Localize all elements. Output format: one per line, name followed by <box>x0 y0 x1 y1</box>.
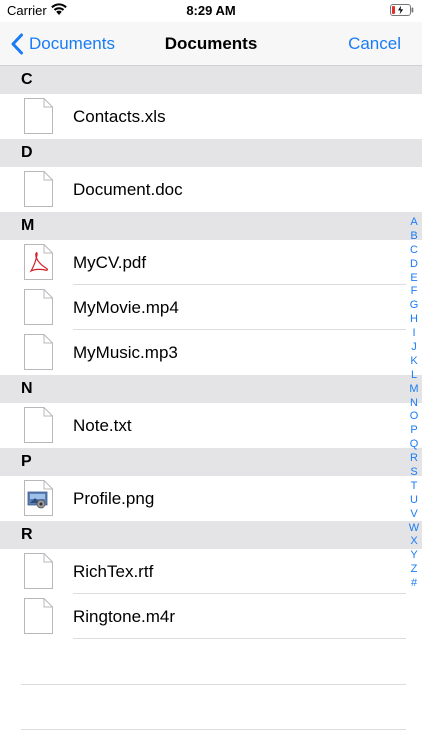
file-name: Note.txt <box>73 416 132 435</box>
file-row[interactable]: Ringtone.m4r <box>0 594 422 639</box>
index-letter[interactable]: K <box>406 355 422 369</box>
navigation-bar: Documents Documents Cancel <box>0 22 422 66</box>
file-row[interactable]: MyCV.pdf <box>0 240 422 285</box>
file-name: RichTex.rtf <box>73 562 154 581</box>
index-letter[interactable]: I <box>406 327 422 341</box>
index-letter[interactable]: X <box>406 535 422 549</box>
empty-row-separator <box>21 729 406 730</box>
battery-icon <box>390 4 414 16</box>
file-row[interactable]: Document.doc <box>0 167 422 212</box>
index-letter[interactable]: U <box>406 494 422 508</box>
index-letter[interactable]: E <box>406 272 422 286</box>
file-name: MyMusic.mp3 <box>73 343 178 362</box>
index-letter[interactable]: G <box>406 299 422 313</box>
section-header-p: P <box>0 448 422 476</box>
file-row[interactable]: Note.txt <box>0 403 422 448</box>
file-name: MyCV.pdf <box>73 253 147 272</box>
file-row[interactable]: Profile.png <box>0 476 422 521</box>
file-row[interactable]: RichTex.rtf <box>0 549 422 594</box>
status-bar: Carrier 8:29 AM <box>0 0 422 22</box>
index-letter[interactable]: J <box>406 341 422 355</box>
file-row[interactable]: Contacts.xls <box>0 94 422 139</box>
index-letter[interactable]: # <box>406 577 422 591</box>
index-letter[interactable]: P <box>406 424 422 438</box>
file-name: Ringtone.m4r <box>73 607 176 626</box>
file-name: Document.doc <box>73 180 183 199</box>
file-name: Profile.png <box>73 489 155 508</box>
chevron-left-icon <box>11 33 23 55</box>
document-icon <box>24 553 53 589</box>
index-letter[interactable]: D <box>406 258 422 272</box>
index-letter[interactable]: N <box>406 397 422 411</box>
document-icon <box>24 407 53 443</box>
document-icon <box>24 598 53 634</box>
section-header-c: C <box>0 66 422 94</box>
index-letter[interactable]: Q <box>406 438 422 452</box>
index-letter[interactable]: L <box>406 369 422 383</box>
index-letter[interactable]: O <box>406 410 422 424</box>
file-list: C Contacts.xls D Document.doc M MyCV.pdf… <box>0 66 422 639</box>
file-name: Contacts.xls <box>73 107 166 126</box>
image-file-icon <box>24 480 53 516</box>
index-letter[interactable]: H <box>406 313 422 327</box>
index-letter[interactable]: Y <box>406 549 422 563</box>
index-letter[interactable]: C <box>406 244 422 258</box>
empty-row-separator <box>21 684 406 685</box>
document-icon <box>24 289 53 325</box>
file-name: MyMovie.mp4 <box>73 298 179 317</box>
section-header-r: R <box>0 521 422 549</box>
row-separator <box>73 638 406 639</box>
file-row[interactable]: MyMusic.mp3 <box>0 330 422 375</box>
index-letter[interactable]: F <box>406 285 422 299</box>
document-icon <box>24 98 53 134</box>
cancel-button[interactable]: Cancel <box>348 34 401 54</box>
file-row[interactable]: MyMovie.mp4 <box>0 285 422 330</box>
section-header-m: M <box>0 212 422 240</box>
index-letter[interactable]: B <box>406 230 422 244</box>
index-letter[interactable]: W <box>406 522 422 536</box>
index-letter[interactable]: A <box>406 216 422 230</box>
document-icon <box>24 334 53 370</box>
index-letter[interactable]: Z <box>406 563 422 577</box>
index-letter[interactable]: T <box>406 480 422 494</box>
section-header-d: D <box>0 139 422 167</box>
back-button-label: Documents <box>29 34 115 53</box>
section-index-bar[interactable]: A B C D E F G H I J K L M N O P Q R S T U V W X Y Z # <box>406 216 422 591</box>
index-letter[interactable]: V <box>406 508 422 522</box>
back-button[interactable]: Documents <box>10 31 115 57</box>
index-letter[interactable]: S <box>406 466 422 480</box>
pdf-icon <box>24 244 53 280</box>
index-letter[interactable]: M <box>406 383 422 397</box>
status-time: 8:29 AM <box>186 3 236 18</box>
section-header-n: N <box>0 375 422 403</box>
document-icon <box>24 171 53 207</box>
index-letter[interactable]: R <box>406 452 422 466</box>
